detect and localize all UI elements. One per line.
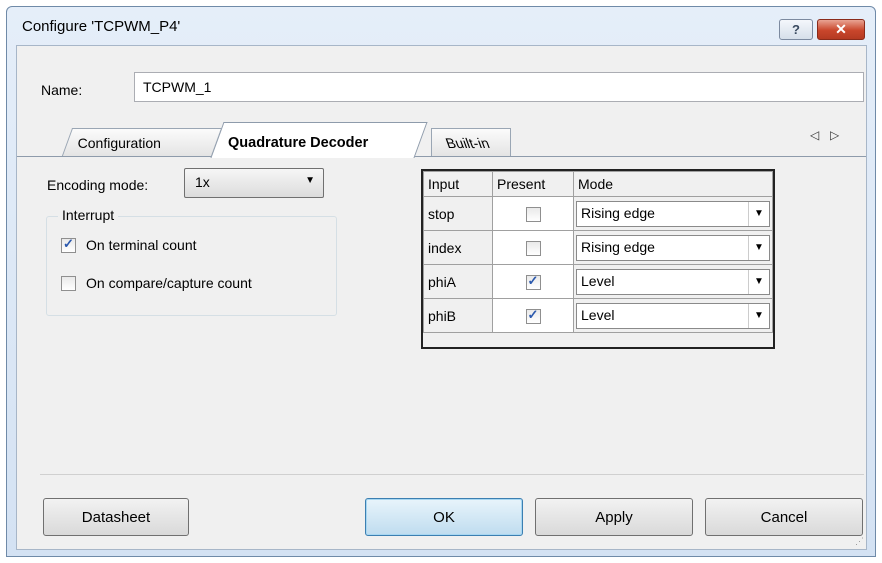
input-cell: stop	[423, 196, 493, 231]
help-button[interactable]: ?	[779, 19, 813, 40]
chevron-down-icon: ▼	[305, 175, 315, 186]
resize-grip-icon[interactable]: ⋰	[855, 536, 864, 547]
mode-select[interactable]: Level ▼	[576, 268, 770, 295]
chevron-down-icon: ▼	[748, 269, 769, 294]
present-checkbox[interactable]	[525, 273, 541, 290]
present-cell	[492, 264, 574, 299]
mode-cell: Rising edge ▼	[573, 196, 773, 231]
chevron-down-icon: ▼	[748, 303, 769, 328]
terminal-count-checkbox[interactable]	[61, 236, 76, 253]
divider	[40, 474, 864, 475]
present-checkbox[interactable]	[525, 240, 541, 256]
present-checkbox[interactable]	[525, 307, 541, 324]
configure-dialog: Configure 'TCPWM_P4' ? ✕ Name: TCPWM_1 C…	[6, 6, 876, 557]
input-cell: phiB	[423, 298, 493, 333]
present-checkbox[interactable]	[525, 206, 541, 222]
table-row: phiA Level ▼	[423, 264, 773, 299]
tab-built-in[interactable]: Built-in	[431, 128, 511, 156]
input-cell: index	[423, 230, 493, 265]
column-header-mode: Mode	[573, 171, 773, 197]
interrupt-legend: Interrupt	[58, 207, 119, 223]
name-input[interactable]: TCPWM_1	[134, 72, 864, 102]
column-header-present: Present	[492, 171, 574, 197]
tab-quadrature-decoder[interactable]: Quadrature Decoder	[210, 122, 428, 158]
column-header-input: Input	[423, 171, 493, 197]
chevron-down-icon: ▼	[748, 201, 769, 226]
encoding-mode-value: 1x	[195, 174, 210, 190]
mode-cell: Level ▼	[573, 298, 773, 333]
mode-value: Rising edge	[581, 204, 655, 221]
table-row: phiB Level ▼	[423, 298, 773, 333]
quadrature-decoder-panel: Encoding mode: 1x ▼ Interrupt On termina…	[17, 156, 866, 457]
input-cell: phiA	[423, 264, 493, 299]
dialog-title: Configure 'TCPWM_P4'	[22, 18, 181, 35]
close-button[interactable]: ✕	[817, 19, 865, 40]
present-cell	[492, 196, 574, 231]
apply-button[interactable]: Apply	[535, 498, 693, 536]
compare-capture-label: On compare/capture count	[86, 275, 252, 291]
close-icon: ✕	[835, 21, 847, 37]
tab-configuration[interactable]: Configuration	[61, 128, 223, 156]
encoding-mode-select[interactable]: 1x ▼	[184, 168, 324, 198]
signals-grid: Input Present Mode stop Rising edge ▼ ind…	[421, 169, 775, 349]
mode-value: Level	[581, 272, 615, 289]
tab-scroll-left-icon[interactable]: ◁	[810, 128, 819, 142]
chevron-down-icon: ▼	[748, 235, 769, 260]
mode-cell: Level ▼	[573, 264, 773, 299]
name-label: Name:	[41, 82, 83, 98]
interrupt-group: Interrupt On terminal count On compare/c…	[46, 207, 337, 316]
table-row: index Rising edge ▼	[423, 230, 773, 265]
present-cell	[492, 230, 574, 265]
datasheet-button[interactable]: Datasheet	[43, 498, 189, 536]
ok-button[interactable]: OK	[365, 498, 523, 536]
question-icon: ?	[792, 22, 800, 37]
tab-scroll-right-icon[interactable]: ▷	[830, 128, 839, 142]
mode-value: Level	[581, 306, 615, 323]
dialog-body: Name: TCPWM_1 Configuration Quadrature D…	[16, 45, 867, 550]
encoding-mode-label: Encoding mode:	[47, 177, 149, 193]
mode-cell: Rising edge ▼	[573, 230, 773, 265]
mode-select[interactable]: Rising edge ▼	[576, 234, 770, 261]
cancel-button[interactable]: Cancel	[705, 498, 863, 536]
compare-capture-checkbox[interactable]	[61, 275, 76, 291]
mode-select[interactable]: Rising edge ▼	[576, 200, 770, 227]
mode-value: Rising edge	[581, 238, 655, 255]
terminal-count-option[interactable]: On terminal count	[61, 236, 197, 253]
terminal-count-label: On terminal count	[86, 237, 197, 253]
present-cell	[492, 298, 574, 333]
tab-label: Built-in	[443, 135, 492, 151]
tab-label: Configuration	[77, 135, 161, 151]
tab-label: Quadrature Decoder	[228, 135, 369, 151]
mode-select[interactable]: Level ▼	[576, 302, 770, 329]
title-bar[interactable]: Configure 'TCPWM_P4' ? ✕	[7, 7, 875, 45]
table-row: stop Rising edge ▼	[423, 196, 773, 231]
compare-capture-option[interactable]: On compare/capture count	[61, 275, 252, 291]
